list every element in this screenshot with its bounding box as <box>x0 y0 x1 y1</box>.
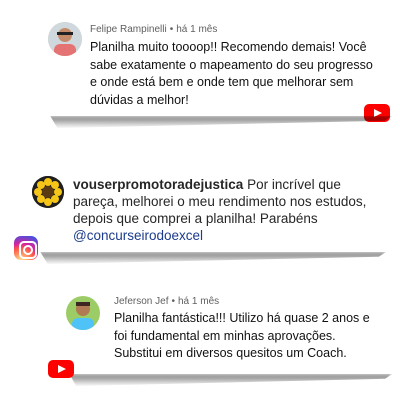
avatar-photo <box>66 296 100 330</box>
avatar[interactable] <box>48 22 82 56</box>
comment-time[interactable]: há 1 mês <box>178 296 219 307</box>
mention-link[interactable]: @concurseirodoexcel <box>73 228 203 243</box>
comment-card-3: Jeferson Jef • há 1 mês Planilha fantástic… <box>56 288 392 386</box>
separator-dot: • <box>169 24 174 35</box>
comment-card-2: vouserpromotoradejustica Por incrível qu… <box>26 166 386 264</box>
author-name[interactable]: vouserpromotoradejustica <box>73 177 243 192</box>
card-shadow <box>40 252 386 264</box>
comment-text: Planilha muito toooop!! Recomendo demais… <box>90 40 373 107</box>
separator-dot: • <box>171 296 175 307</box>
comment-time[interactable]: há 1 mês <box>176 24 217 35</box>
avatar-photo <box>48 22 82 56</box>
author-name[interactable]: Jeferson Jef <box>114 296 168 307</box>
comment-meta: Jeferson Jef • há 1 mês <box>114 296 219 307</box>
sunflower-icon <box>32 176 64 208</box>
author-name[interactable]: Felipe Rampinelli <box>90 24 167 35</box>
youtube-icon <box>48 360 74 378</box>
avatar[interactable] <box>66 296 100 330</box>
comment-text: Planilha fantástica!!! Utilizo há quase … <box>114 311 370 360</box>
card-shadow <box>69 374 392 386</box>
instagram-icon <box>14 236 38 260</box>
comment-text: vouserpromotoradejustica Por incrível qu… <box>73 176 373 244</box>
card-shadow <box>50 116 392 128</box>
avatar[interactable] <box>32 176 64 208</box>
comment-card-1: Felipe Rampinelli • há 1 mês Planilha muit… <box>36 12 392 128</box>
comment-meta: Felipe Rampinelli • há 1 mês <box>90 24 217 35</box>
